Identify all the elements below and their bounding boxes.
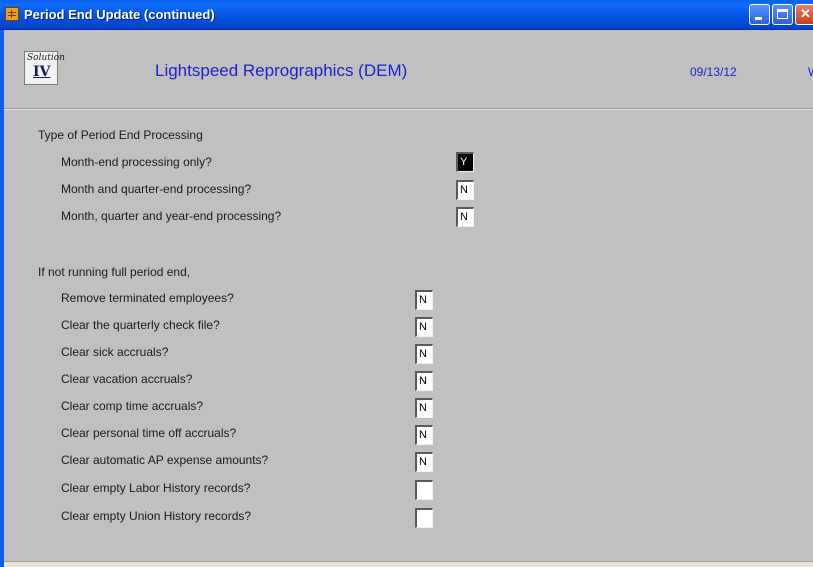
status-strip (4, 561, 813, 567)
title-bar[interactable]: Period End Update (continued) (0, 0, 813, 30)
clear-union-history-field[interactable] (415, 508, 433, 528)
app-window: Period End Update (continued) Solution I… (0, 0, 813, 567)
clear-personal-time-field[interactable]: N (415, 425, 433, 445)
section-heading-period-type: Type of Period End Processing (38, 128, 203, 142)
clear-ap-expense-field[interactable]: N (415, 452, 433, 472)
option-label-ap-expense: Clear automatic AP expense amounts? (61, 453, 269, 467)
month-quarter-year-end-field[interactable]: N (456, 207, 474, 227)
option-label-union-history: Clear empty Union History records? (61, 509, 252, 523)
remove-terminated-employees-field[interactable]: N (415, 290, 433, 310)
window-title: Period End Update (continued) (24, 7, 215, 22)
month-quarter-end-field[interactable]: N (456, 180, 474, 200)
option-label-month-quarter-year: Month, quarter and year-end processing? (61, 209, 282, 223)
option-label-comp-time: Clear comp time accruals? (61, 399, 204, 413)
clear-sick-accruals-field[interactable]: N (415, 344, 433, 364)
option-label-sick-accruals: Clear sick accruals? (61, 345, 169, 359)
clear-comp-time-field[interactable]: N (415, 398, 433, 418)
company-name: Lightspeed Reprographics (DEM) (155, 61, 408, 80)
section-heading-partial: If not running full period end, (38, 265, 191, 279)
maximize-button[interactable] (772, 4, 793, 25)
option-label-vacation-accruals: Clear vacation accruals? (61, 372, 193, 386)
option-label-month-end: Month-end processing only? (61, 155, 212, 169)
app-grid-icon[interactable] (5, 7, 19, 21)
clear-labor-history-field[interactable] (415, 480, 433, 500)
clear-quarterly-check-field[interactable]: N (415, 317, 433, 337)
solution-iv-logo: Solution IV (24, 51, 65, 85)
option-label-personal-time: Clear personal time off accruals? (61, 426, 237, 440)
option-label-labor-history: Clear empty Labor History records? (61, 481, 251, 495)
window-left-border (0, 30, 4, 567)
option-label-quarterly-check: Clear the quarterly check file? (61, 318, 220, 332)
header-date: 09/13/12 (690, 65, 737, 79)
header-bar: Solution IV Lightspeed Reprographics (DE… (4, 30, 813, 110)
option-label-remove-terminated: Remove terminated employees? (61, 291, 234, 305)
month-end-only-field[interactable]: Y (456, 152, 474, 172)
clear-vacation-accruals-field[interactable]: N (415, 371, 433, 391)
minimize-button[interactable] (749, 4, 770, 25)
header-truncated-text: W (808, 65, 813, 79)
close-button[interactable] (795, 4, 813, 25)
option-label-month-quarter: Month and quarter-end processing? (61, 182, 252, 196)
